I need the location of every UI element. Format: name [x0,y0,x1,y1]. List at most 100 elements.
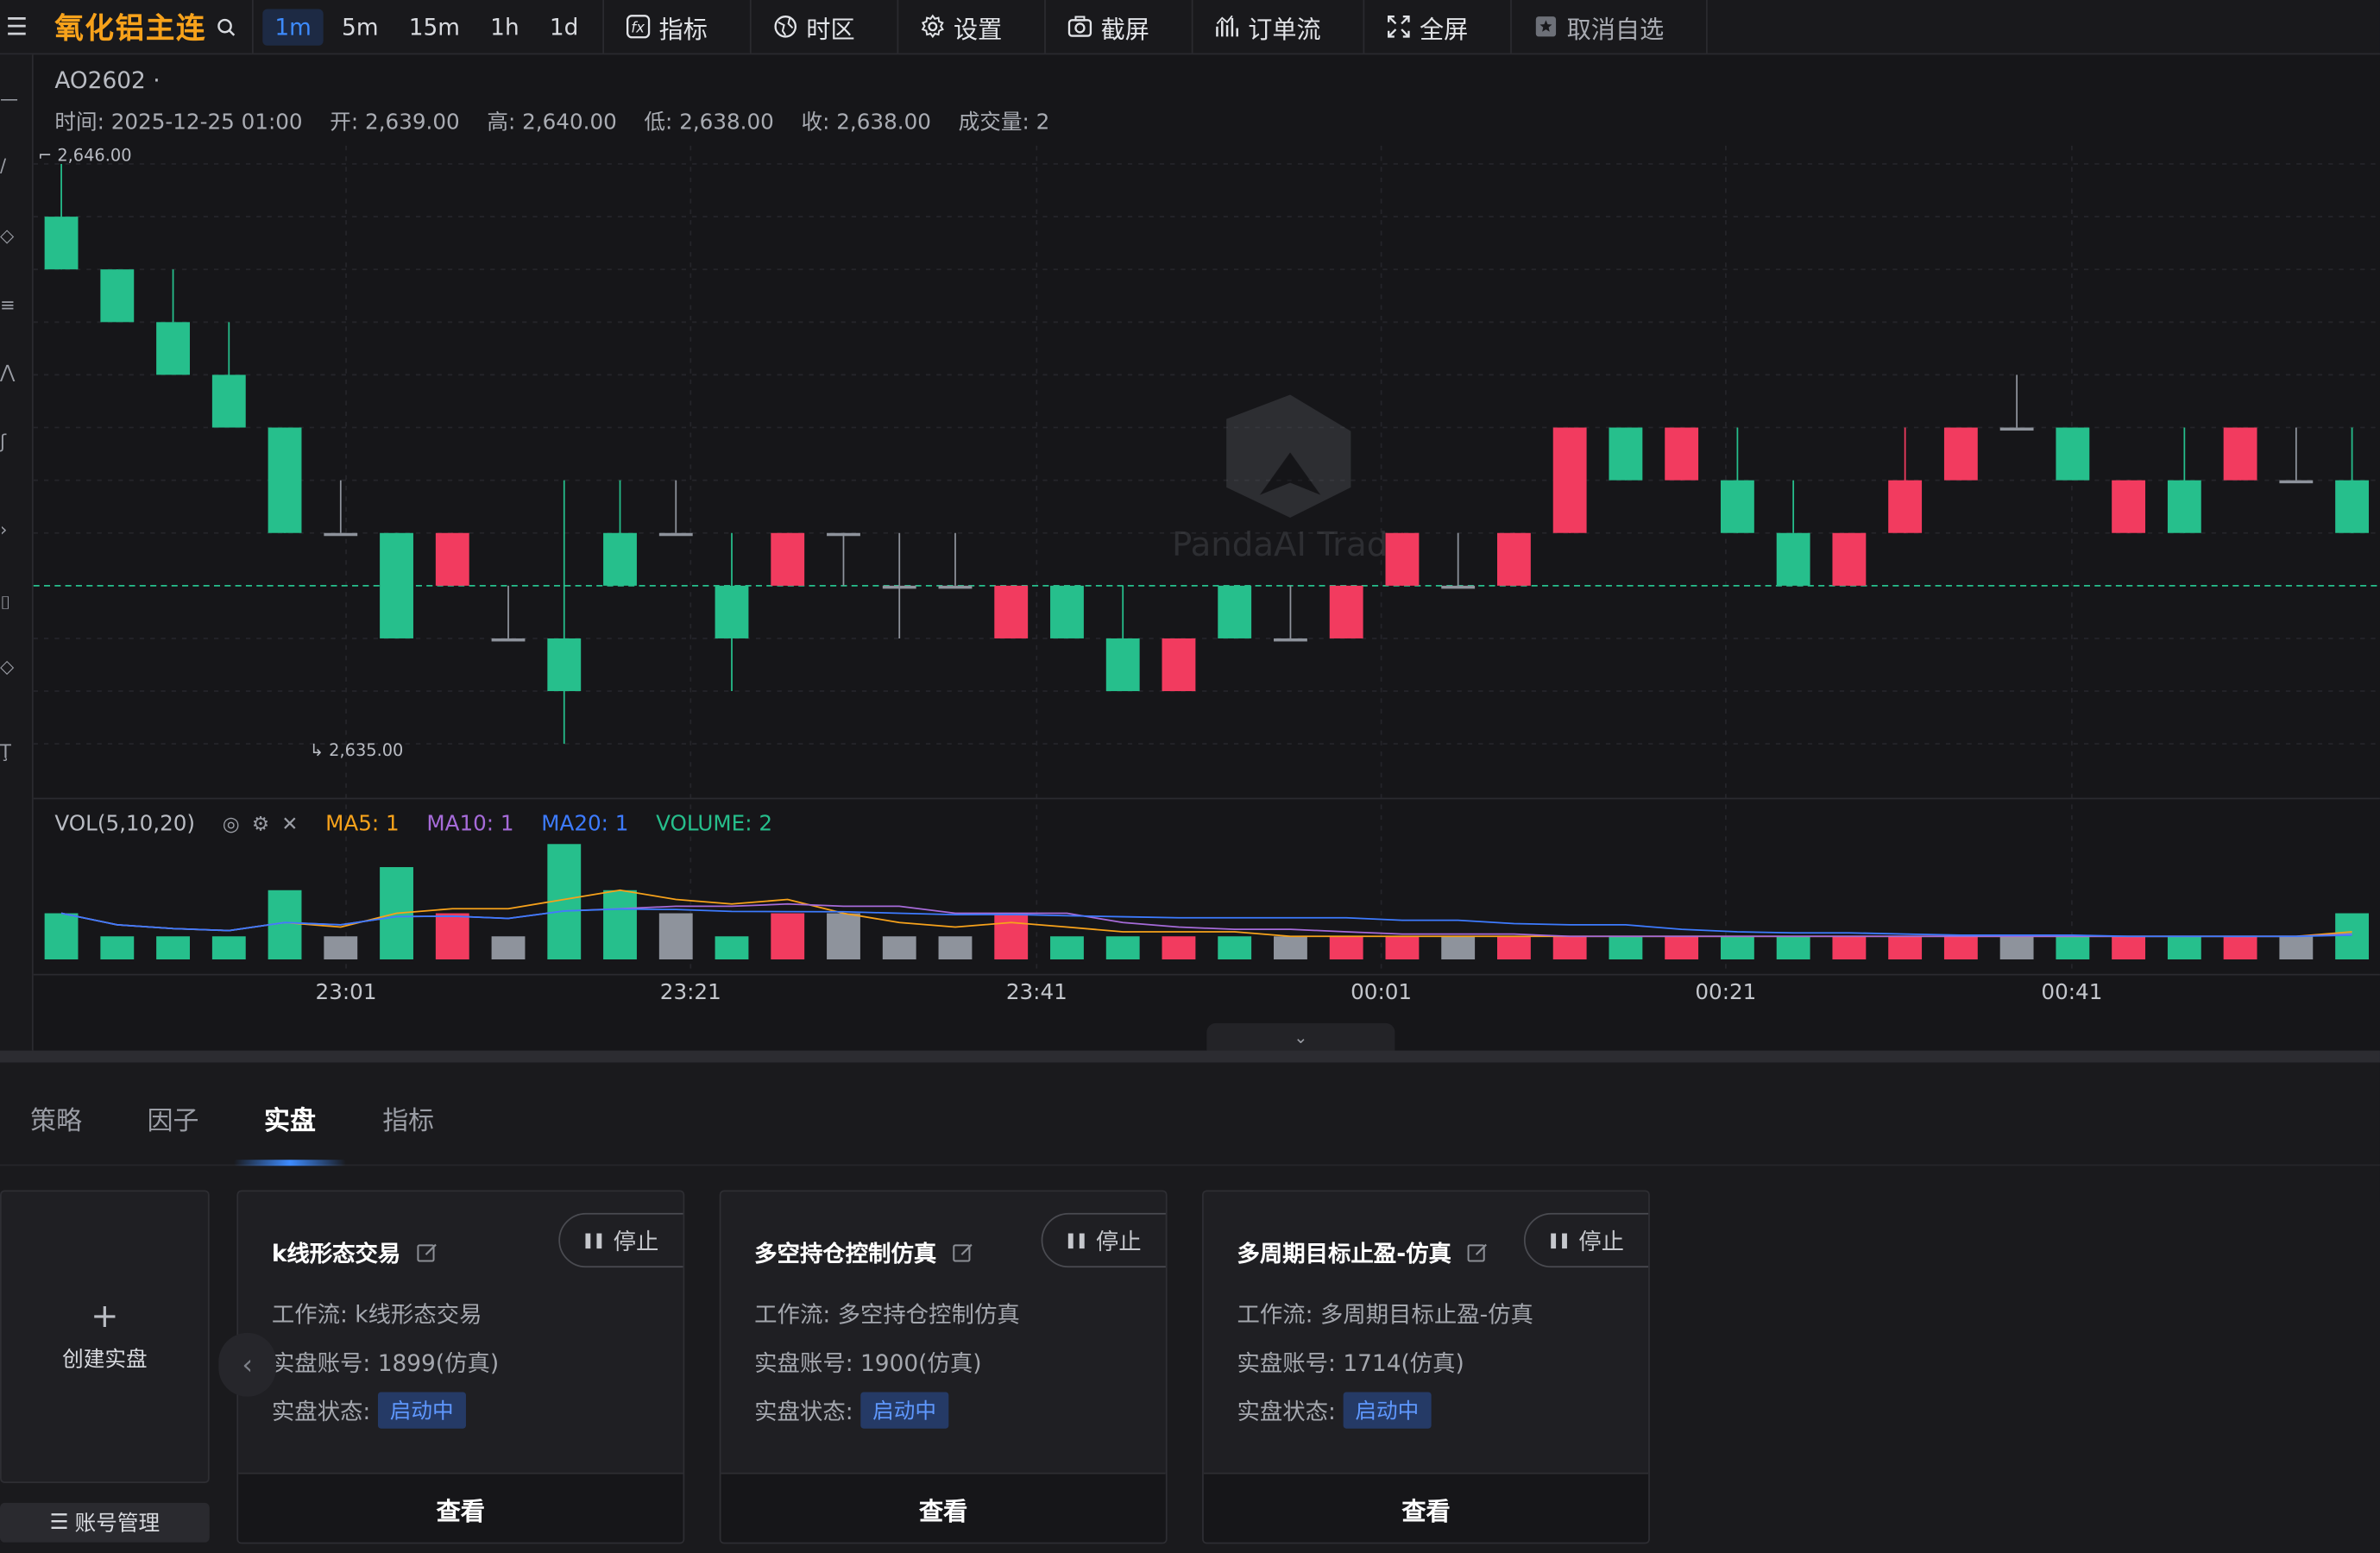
stop-button[interactable]: ❚❚ 停止 [1041,1212,1166,1268]
app-root: ☰ 氧化铝主连 1m 5m 15m 1h 1d fx 指标 时区 设置 截屏 订… [0,0,2380,1553]
candle-body [268,427,302,533]
candle-body [771,532,805,586]
unfavorite-label: 取消自选 [1566,14,1665,44]
candle-body [491,638,526,642]
period-5m[interactable]: 5m [330,9,391,45]
carousel-prev-button[interactable]: ‹ [218,1332,277,1397]
edit-icon[interactable] [1467,1242,1489,1264]
pause-icon: ❚❚ [582,1231,606,1249]
volume-bars-group [44,844,2370,960]
volume-bar [1999,936,2034,960]
candle-body [1665,427,1699,481]
create-live-card[interactable]: + 创建实盘 [0,1190,210,1484]
volume-bar [994,913,1029,960]
orderflow-button[interactable]: 订单流 [1193,0,1365,53]
tab-factor[interactable]: 因子 [148,1099,199,1137]
period-1h[interactable]: 1h [478,9,532,45]
volume-bar [1720,936,1754,960]
indicators-button[interactable]: fx 指标 [604,0,752,53]
chevron-left-icon: ‹ [242,1349,254,1381]
fib-tool-icon[interactable]: ≡ [0,294,16,316]
ma5-value: MA5: 1 [325,812,400,837]
candle-body [938,585,973,589]
period-1d[interactable]: 1d [538,9,591,45]
crosshair-tool-icon[interactable]: — [0,88,18,110]
eye-hide-icon[interactable]: ◎ [223,813,240,835]
ohlc-time: 时间: 2025-12-25 01:00 [54,110,303,135]
candle-body [1329,585,1363,638]
magnet-tool-icon[interactable]: ◇ [0,656,16,677]
volume-bar [603,890,637,960]
tab-strategy[interactable]: 策略 [30,1099,82,1137]
candlestick-plot[interactable]: PandaAI Trade [33,54,2380,1050]
stop-button[interactable]: ❚❚ 停止 [558,1212,683,1268]
tab-indicator[interactable]: 指标 [382,1099,434,1137]
polygon-tool-icon[interactable]: ◇ [0,224,16,246]
search-icon[interactable] [216,16,237,37]
timezone-button[interactable]: 时区 [752,0,899,53]
tab-live[interactable]: 实盘 [264,1099,316,1137]
card-account: 实盘账号: 1899(仿真) [271,1349,500,1377]
volume-bar [211,936,246,960]
settings-button[interactable]: 设置 [899,0,1047,53]
stop-button[interactable]: ❚❚ 停止 [1524,1212,1649,1268]
candle-body [547,638,582,692]
camera-icon [1068,16,1092,37]
time-tick: 23:41 [1005,980,1067,1005]
edit-icon[interactable] [952,1242,974,1264]
card-workflow: 工作流: 多空持仓控制仿真 [754,1300,1020,1329]
volume-bar [1274,936,1307,960]
fullscreen-button[interactable]: 全屏 [1365,0,1513,53]
top-toolbar: ☰ 氧化铝主连 1m 5m 15m 1h 1d fx 指标 时区 设置 截屏 订… [0,0,2380,55]
status-badge: 启动中 [860,1392,949,1429]
pause-icon: ❚❚ [1064,1231,1088,1249]
collapse-panel-button[interactable]: ⌄ [1206,1022,1395,1051]
orderflow-icon [1216,15,1239,37]
card-status: 实盘状态: 启动中 [1237,1392,1432,1429]
symbol-name[interactable]: 氧化铝主连 [54,6,206,47]
bottom-panel: 策略 因子 实盘 指标 + 创建实盘 ☰ 账号管理 k线形态交易 ❚❚ 停止 工作… [0,1062,2380,1553]
pause-icon: ❚❚ [1546,1231,1571,1249]
menu-icon[interactable]: ☰ [0,0,34,53]
view-button[interactable]: 查看 [1203,1472,1649,1543]
settings-label: 设置 [953,14,1003,44]
arrow-tool-icon[interactable]: › [0,519,16,541]
live-card: 多周期目标止盈-仿真 ❚❚ 停止 工作流: 多周期目标止盈-仿真 实盘账号: 17… [1202,1190,1650,1544]
kline-chart[interactable]: PandaAI Trade AO2602 · 时间: 2025-12-25 01… [33,54,2380,1051]
period-15m[interactable]: 15m [397,9,472,45]
pattern-tool-icon[interactable]: ⋀ [0,362,16,383]
line-tool-icon[interactable]: ∕ [0,154,16,176]
candle-body [1609,427,1643,481]
create-live-label: 创建实盘 [62,1347,148,1372]
symbol-selector[interactable]: 氧化铝主连 [34,0,254,53]
edit-icon[interactable] [416,1242,438,1264]
ma10-value: MA10: 1 [426,812,514,837]
time-tick: 00:21 [1695,980,1757,1005]
candle-body [2279,480,2314,484]
volume-bar [1162,936,1196,960]
time-tick: 23:21 [659,980,721,1005]
volume-bar [827,913,860,960]
candle-body [2223,427,2257,481]
unfavorite-button[interactable]: 取消自选 [1512,0,1709,53]
live-card: 多空持仓控制仿真 ❚❚ 停止 工作流: 多空持仓控制仿真 实盘账号: 1900(仿… [719,1190,1168,1544]
measure-tool-icon[interactable]: ⌷ [0,592,16,613]
volume-bar [1888,936,1923,960]
view-button[interactable]: 查看 [721,1472,1166,1543]
volume-bar [44,913,79,960]
panel-tabs: 策略 因子 实盘 指标 [0,1063,2380,1166]
delete-tool-icon[interactable]: Ţ [0,741,16,763]
brush-tool-icon[interactable]: ʃ [0,431,16,453]
candle-body [827,532,860,537]
candle-body [1496,532,1531,586]
view-button[interactable]: 查看 [238,1472,683,1543]
panel-divider[interactable] [0,1050,2380,1063]
candle-body [1832,532,1867,586]
fullscreen-icon [1388,15,1411,38]
close-icon[interactable]: ✕ [281,813,298,835]
screenshot-button[interactable]: 截屏 [1046,0,1193,53]
gear-icon[interactable]: ⚙ [252,813,270,835]
account-management-button[interactable]: ☰ 账号管理 [0,1502,210,1543]
period-1m[interactable]: 1m [262,8,324,45]
candle-body [603,532,637,586]
